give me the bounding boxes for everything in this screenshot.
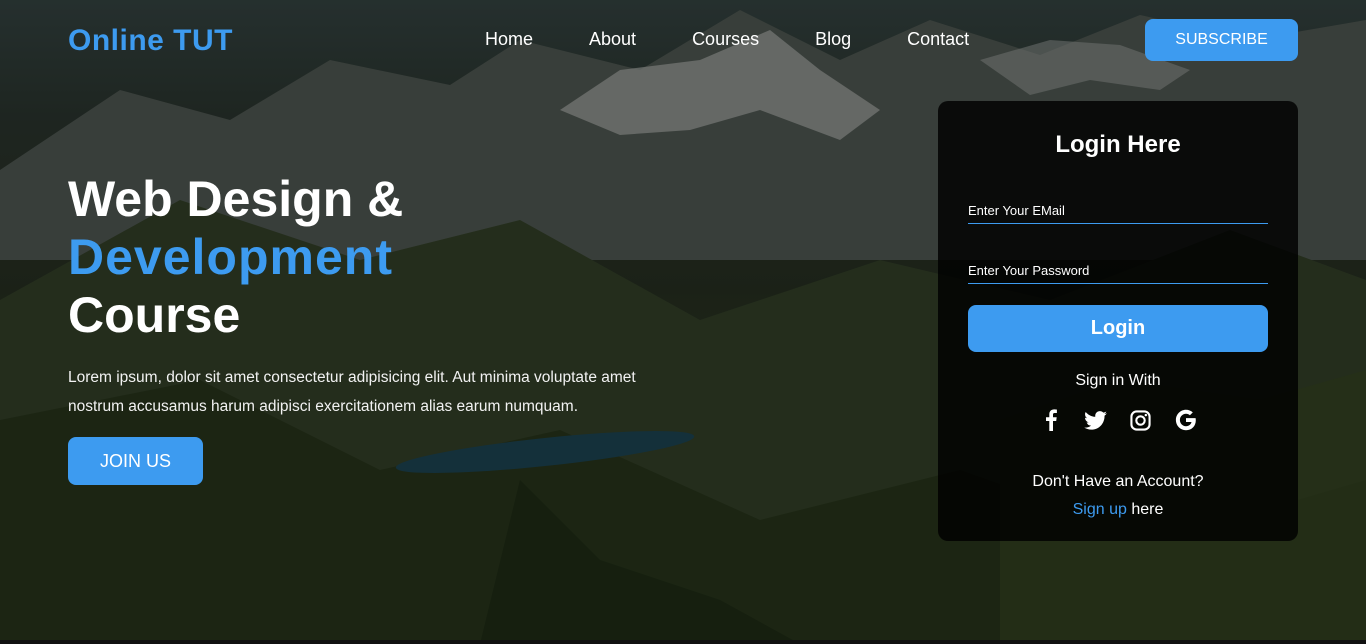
no-account-text: Don't Have an Account? <box>1032 473 1204 490</box>
hero-title-accent: Development <box>68 229 393 285</box>
nav-about[interactable]: About <box>589 29 636 50</box>
bottom-strip <box>0 640 1366 644</box>
login-title: Login Here <box>1055 131 1181 158</box>
hero-title: Web Design & Development Course <box>68 170 403 344</box>
main-nav: Home About Courses Blog Contact <box>485 29 969 50</box>
hero-title-line3: Course <box>68 287 241 343</box>
nav-courses[interactable]: Courses <box>692 29 759 50</box>
join-us-button[interactable]: JOIN US <box>68 437 203 485</box>
subscribe-button[interactable]: SUBSCRIBE <box>1145 19 1298 61</box>
nav-blog[interactable]: Blog <box>815 29 851 50</box>
nav-contact[interactable]: Contact <box>907 29 969 50</box>
nav-home[interactable]: Home <box>485 29 533 50</box>
hero-title-line1: Web Design & <box>68 171 404 227</box>
twitter-icon[interactable] <box>1084 408 1108 432</box>
instagram-icon[interactable] <box>1129 408 1153 432</box>
social-icons <box>938 408 1298 432</box>
login-button[interactable]: Login <box>968 305 1268 352</box>
signin-with-label: Sign in With <box>1075 372 1161 389</box>
password-field[interactable] <box>968 258 1268 284</box>
login-card: Login Here Login Sign in With Don't Have… <box>938 101 1298 541</box>
hero-paragraph: Lorem ipsum, dolor sit amet consectetur … <box>68 369 636 415</box>
signup-link[interactable]: Sign up <box>1073 501 1127 518</box>
site-logo[interactable]: Online TUT <box>68 24 233 58</box>
email-field[interactable] <box>968 198 1268 224</box>
google-icon[interactable] <box>1174 408 1198 432</box>
signup-line: Sign up here <box>938 501 1298 519</box>
signup-suffix: here <box>1126 501 1164 518</box>
facebook-icon[interactable] <box>1039 408 1063 432</box>
